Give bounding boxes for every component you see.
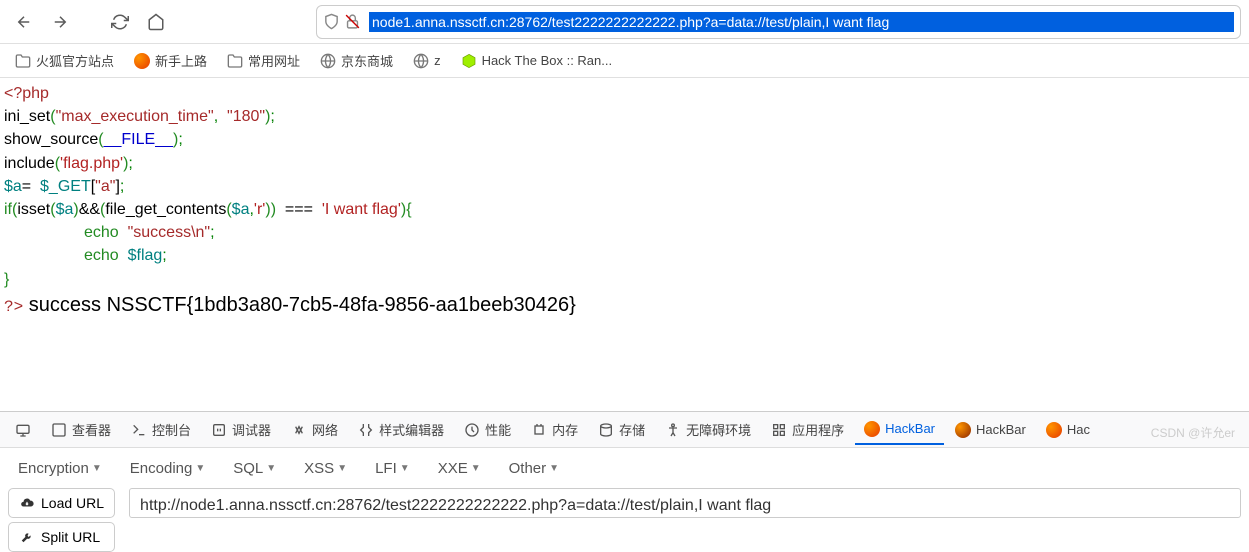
- hackbar-panel: Encryption▼ Encoding▼ SQL▼ XSS▼ LFI▼ XXE…: [0, 447, 1249, 531]
- tab-accessibility[interactable]: 无障碍环境: [656, 414, 760, 445]
- tab-network[interactable]: 网络: [282, 414, 347, 445]
- box-icon: [461, 53, 477, 69]
- split-url-button[interactable]: Split URL: [8, 522, 115, 552]
- bookmark-label: 火狐官方站点: [36, 51, 114, 70]
- url-text[interactable]: node1.anna.nssctf.cn:28762/test222222222…: [369, 12, 1234, 32]
- bookmarks-bar: 火狐官方站点 新手上路 常用网址 京东商城 z Hack The Box :: …: [0, 44, 1249, 78]
- menu-sql[interactable]: SQL▼: [227, 456, 282, 481]
- bookmark-item[interactable]: 京东商城: [313, 47, 400, 74]
- tab-inspector[interactable]: 查看器: [42, 414, 120, 445]
- tab-hackbar-blue[interactable]: HackBar: [855, 415, 944, 445]
- firefox-icon: [955, 422, 971, 438]
- reload-button[interactable]: [104, 6, 136, 38]
- cloud-download-icon: [19, 496, 35, 510]
- globe-icon: [320, 53, 336, 69]
- watermark: CSDN @许允er: [1151, 424, 1235, 441]
- menu-lfi[interactable]: LFI▼: [369, 456, 416, 481]
- tab-console[interactable]: 控制台: [122, 414, 200, 445]
- bookmark-item[interactable]: 常用网址: [220, 47, 307, 74]
- hackbar-url-input[interactable]: http://node1.anna.nssctf.cn:28762/test22…: [129, 488, 1241, 518]
- firefox-icon: [134, 53, 150, 69]
- globe-icon: [413, 53, 429, 69]
- firefox-icon: [864, 421, 880, 437]
- tab-memory[interactable]: 内存: [522, 414, 587, 445]
- bookmark-label: 常用网址: [248, 51, 300, 70]
- bookmark-label: Hack The Box :: Ran...: [482, 53, 613, 68]
- bookmark-label: 京东商城: [341, 51, 393, 70]
- bookmark-label: 新手上路: [155, 51, 207, 70]
- menu-xss[interactable]: XSS▼: [298, 456, 353, 481]
- bookmark-item[interactable]: z: [406, 49, 448, 73]
- tab-hackbar2[interactable]: HackBar: [946, 416, 1035, 444]
- menu-xxe[interactable]: XXE▼: [432, 456, 487, 481]
- tab-debugger[interactable]: 调试器: [202, 414, 280, 445]
- tab-application[interactable]: 应用程序: [762, 414, 853, 445]
- home-button[interactable]: [140, 6, 172, 38]
- wrench-icon: [19, 530, 35, 544]
- url-bar[interactable]: node1.anna.nssctf.cn:28762/test222222222…: [316, 5, 1241, 39]
- tab-storage[interactable]: 存储: [589, 414, 654, 445]
- folder-icon: [15, 53, 31, 69]
- result-output: success NSSCTF{1bdb3a80-7cb5-48fa-9856-a…: [23, 294, 576, 316]
- firefox-icon: [1046, 422, 1062, 438]
- tab-style[interactable]: 样式编辑器: [349, 414, 453, 445]
- devtools-tabs: 查看器 控制台 调试器 网络 样式编辑器 性能 内存 存储 无障碍环境 应用程序…: [0, 411, 1249, 447]
- back-button[interactable]: [8, 6, 40, 38]
- menu-other[interactable]: Other▼: [503, 456, 565, 481]
- menu-encoding[interactable]: Encoding▼: [124, 456, 211, 481]
- lock-strike-icon: [344, 13, 361, 30]
- bookmark-item[interactable]: 火狐官方站点: [8, 47, 121, 74]
- tab-hackbar3[interactable]: Hac: [1037, 416, 1099, 444]
- folder-icon: [227, 53, 243, 69]
- devtools-picker[interactable]: [6, 416, 40, 444]
- bookmark-item[interactable]: 新手上路: [127, 47, 214, 74]
- load-url-button[interactable]: Load URL: [8, 488, 115, 518]
- menu-encryption[interactable]: Encryption▼: [12, 456, 108, 481]
- forward-button[interactable]: [44, 6, 76, 38]
- bookmark-label: z: [434, 53, 441, 68]
- shield-icon: [323, 13, 340, 30]
- bookmark-item[interactable]: Hack The Box :: Ran...: [454, 49, 620, 73]
- page-content: <?php ini_set("max_execution_time", "180…: [0, 78, 1249, 324]
- tab-performance[interactable]: 性能: [455, 414, 520, 445]
